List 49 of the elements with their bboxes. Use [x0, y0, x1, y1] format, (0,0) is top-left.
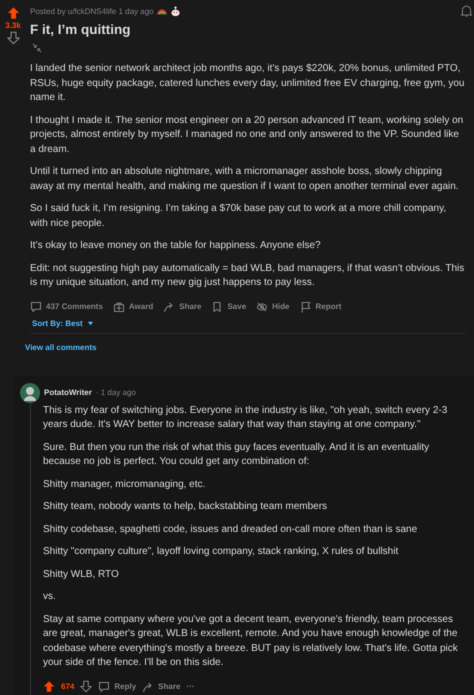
- upvote-icon[interactable]: [43, 680, 55, 693]
- bell-icon[interactable]: [460, 4, 473, 18]
- post-paragraph: Edit: not suggesting high pay automatically = bad WLB, bad managers, if that wasn’t obvious. This is my unique situation, and my new gig just happens to pay less.: [30, 262, 466, 290]
- comment-paragraph: This is my fear of switching jobs. Everyone in the industry is like, "oh yeah, switch every 2-3 years dude. It's WAY better to increase salary that way than staying at one company.": [43, 404, 448, 432]
- comment-paragraph: Shitty "company culture", layoff loving company, stack ranking, X rules of bullshit: [43, 545, 400, 559]
- comment-paragraph: Sure. But then you run the risk of what this guy faces eventually. And it is an eventuality because no job is perfect. You could get any combination of:: [43, 440, 430, 469]
- upvote-icon[interactable]: [6, 6, 20, 20]
- comments-button[interactable]: 437 Comments: [30, 298, 103, 314]
- vote-count: 3.3k: [5, 21, 21, 30]
- award-button[interactable]: Award: [112, 298, 154, 314]
- save-button[interactable]: Save: [211, 298, 246, 314]
- reply-button[interactable]: Reply: [98, 678, 136, 694]
- vote-count: 674: [61, 682, 74, 691]
- more-button[interactable]: ···: [186, 680, 194, 693]
- speech-bubble-icon: [30, 300, 42, 312]
- comment-paragraph: Shitty team, nobody wants to help, backstabbing team members: [43, 500, 328, 514]
- flag-icon: [300, 300, 312, 312]
- post-paragraph: I landed the senior network architect job months ago, it’s pays $220k, 20% bonus, unlimited PTO, RSUs, huge equity package, catered lunches every day, unlimited free EV charging, free gym, you name it.: [30, 62, 466, 105]
- share-button[interactable]: Share: [163, 298, 202, 314]
- view-all-link[interactable]: View all comments: [25, 342, 96, 352]
- share-icon: [163, 300, 176, 312]
- comment-paragraph: Shitty manager, micromanaging, etc.: [43, 478, 206, 492]
- post-title: F it, I’m quitting: [30, 22, 132, 37]
- hide-button[interactable]: Hide: [256, 298, 290, 314]
- eye-slash-icon: [256, 300, 268, 312]
- snoo-award-icon: [170, 6, 181, 16]
- share-icon: [142, 680, 154, 692]
- comment-paragraph: vs.: [43, 590, 57, 604]
- comment-paragraph: Stay at same company where you've got a decent team, everyone's friendly, team processes are great, manager's great, WLB is excellent, remote. And you have enough knowledge of the codebase where everything's mostly a breeze. BUT pay is relatively low. That's life. Gotta pick your side of the fence. I'll be on this side.: [43, 612, 459, 670]
- comment-paragraph: Shitty codebase, spaghetti code, issues and dreaded on-call more often than is sane: [43, 522, 418, 536]
- post-paragraph: So I said fuck it, I’m resigning. I’m taking a $70k base pay cut to work at a more chill company, with nice people.: [30, 202, 448, 230]
- avatar-icon: [20, 382, 40, 402]
- post-meta: Posted by u/fckDNS4life 1 day ago: [30, 6, 154, 16]
- comment-paragraph: Shitty WLB, RTO: [43, 568, 120, 582]
- speech-bubble-icon: [98, 680, 110, 692]
- bookmark-icon: [211, 300, 224, 312]
- comment-author[interactable]: PotatoWriter: [44, 388, 92, 397]
- gift-box-icon: [112, 300, 125, 312]
- post-paragraph: It’s okay to leave money on the table for happiness. Anyone else?: [30, 239, 322, 253]
- report-button[interactable]: Report: [300, 298, 342, 314]
- post-paragraph: Until it turned into an absolute nightmare, with a micromanager asshole boss, slowly chipping away at my mental health, and making me question if I want to open another terminal ever again.: [30, 165, 460, 194]
- post-paragraph: I thought I made it. The senior most engineer on a 20 person advanced IT team, working solely on projects, almost entirely by myself. I managed no one and only answered to the VP. Sounded like a dream.: [30, 114, 464, 156]
- downvote-icon[interactable]: [6, 31, 20, 45]
- expand-icon[interactable]: [32, 43, 42, 53]
- caret-icon: [86, 320, 94, 326]
- share-button[interactable]: Share: [142, 678, 180, 694]
- comment-time: · 1 day ago: [96, 388, 136, 397]
- downvote-icon[interactable]: [80, 680, 92, 693]
- sort-dropdown[interactable]: Sort By: Best: [30, 314, 94, 328]
